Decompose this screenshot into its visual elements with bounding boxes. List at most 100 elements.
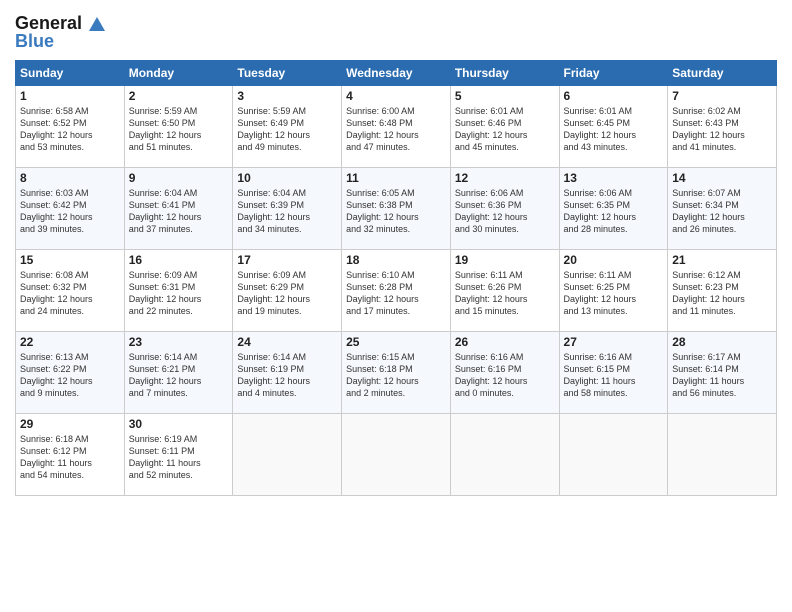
day-number: 2	[129, 89, 229, 103]
day-info: Sunrise: 6:19 AMSunset: 6:11 PMDaylight:…	[129, 433, 229, 482]
day-number: 19	[455, 253, 555, 267]
day-number: 1	[20, 89, 120, 103]
weekday-header-row: SundayMondayTuesdayWednesdayThursdayFrid…	[16, 60, 777, 85]
calendar-cell: 16 Sunrise: 6:09 AMSunset: 6:31 PMDaylig…	[124, 249, 233, 331]
calendar-cell: 12 Sunrise: 6:06 AMSunset: 6:36 PMDaylig…	[450, 167, 559, 249]
calendar-cell: 22 Sunrise: 6:13 AMSunset: 6:22 PMDaylig…	[16, 331, 125, 413]
calendar-cell	[668, 413, 777, 495]
calendar-cell: 8 Sunrise: 6:03 AMSunset: 6:42 PMDayligh…	[16, 167, 125, 249]
day-number: 30	[129, 417, 229, 431]
day-info: Sunrise: 5:59 AMSunset: 6:50 PMDaylight:…	[129, 105, 229, 154]
day-info: Sunrise: 6:11 AMSunset: 6:26 PMDaylight:…	[455, 269, 555, 318]
day-number: 29	[20, 417, 120, 431]
logo-line2: Blue	[15, 32, 105, 52]
calendar-cell: 23 Sunrise: 6:14 AMSunset: 6:21 PMDaylig…	[124, 331, 233, 413]
day-info: Sunrise: 6:07 AMSunset: 6:34 PMDaylight:…	[672, 187, 772, 236]
day-number: 23	[129, 335, 229, 349]
day-number: 6	[564, 89, 664, 103]
day-number: 15	[20, 253, 120, 267]
day-number: 3	[237, 89, 337, 103]
day-number: 4	[346, 89, 446, 103]
day-info: Sunrise: 6:14 AMSunset: 6:21 PMDaylight:…	[129, 351, 229, 400]
calendar-cell: 17 Sunrise: 6:09 AMSunset: 6:29 PMDaylig…	[233, 249, 342, 331]
day-number: 7	[672, 89, 772, 103]
calendar-cell: 24 Sunrise: 6:14 AMSunset: 6:19 PMDaylig…	[233, 331, 342, 413]
calendar-cell: 19 Sunrise: 6:11 AMSunset: 6:26 PMDaylig…	[450, 249, 559, 331]
calendar-cell: 26 Sunrise: 6:16 AMSunset: 6:16 PMDaylig…	[450, 331, 559, 413]
day-info: Sunrise: 6:04 AMSunset: 6:39 PMDaylight:…	[237, 187, 337, 236]
day-number: 27	[564, 335, 664, 349]
weekday-header-friday: Friday	[559, 60, 668, 85]
calendar-cell: 6 Sunrise: 6:01 AMSunset: 6:45 PMDayligh…	[559, 85, 668, 167]
calendar-cell	[559, 413, 668, 495]
calendar-week-1: 1 Sunrise: 6:58 AMSunset: 6:52 PMDayligh…	[16, 85, 777, 167]
day-info: Sunrise: 6:04 AMSunset: 6:41 PMDaylight:…	[129, 187, 229, 236]
calendar-week-2: 8 Sunrise: 6:03 AMSunset: 6:42 PMDayligh…	[16, 167, 777, 249]
calendar-cell: 13 Sunrise: 6:06 AMSunset: 6:35 PMDaylig…	[559, 167, 668, 249]
day-number: 22	[20, 335, 120, 349]
day-info: Sunrise: 6:15 AMSunset: 6:18 PMDaylight:…	[346, 351, 446, 400]
calendar-week-5: 29 Sunrise: 6:18 AMSunset: 6:12 PMDaylig…	[16, 413, 777, 495]
day-info: Sunrise: 6:08 AMSunset: 6:32 PMDaylight:…	[20, 269, 120, 318]
day-number: 8	[20, 171, 120, 185]
day-number: 12	[455, 171, 555, 185]
calendar-cell	[450, 413, 559, 495]
calendar-cell: 21 Sunrise: 6:12 AMSunset: 6:23 PMDaylig…	[668, 249, 777, 331]
calendar-cell: 9 Sunrise: 6:04 AMSunset: 6:41 PMDayligh…	[124, 167, 233, 249]
day-info: Sunrise: 5:59 AMSunset: 6:49 PMDaylight:…	[237, 105, 337, 154]
calendar-cell: 15 Sunrise: 6:08 AMSunset: 6:32 PMDaylig…	[16, 249, 125, 331]
calendar-cell	[233, 413, 342, 495]
calendar-cell: 27 Sunrise: 6:16 AMSunset: 6:15 PMDaylig…	[559, 331, 668, 413]
calendar-week-3: 15 Sunrise: 6:08 AMSunset: 6:32 PMDaylig…	[16, 249, 777, 331]
calendar-cell: 4 Sunrise: 6:00 AMSunset: 6:48 PMDayligh…	[342, 85, 451, 167]
day-info: Sunrise: 6:11 AMSunset: 6:25 PMDaylight:…	[564, 269, 664, 318]
day-number: 11	[346, 171, 446, 185]
day-info: Sunrise: 6:10 AMSunset: 6:28 PMDaylight:…	[346, 269, 446, 318]
calendar-cell: 18 Sunrise: 6:10 AMSunset: 6:28 PMDaylig…	[342, 249, 451, 331]
day-info: Sunrise: 6:01 AMSunset: 6:46 PMDaylight:…	[455, 105, 555, 154]
day-info: Sunrise: 6:14 AMSunset: 6:19 PMDaylight:…	[237, 351, 337, 400]
day-number: 17	[237, 253, 337, 267]
day-number: 16	[129, 253, 229, 267]
day-number: 24	[237, 335, 337, 349]
calendar-cell: 10 Sunrise: 6:04 AMSunset: 6:39 PMDaylig…	[233, 167, 342, 249]
day-number: 28	[672, 335, 772, 349]
logo: General Blue	[15, 14, 105, 52]
day-info: Sunrise: 6:06 AMSunset: 6:36 PMDaylight:…	[455, 187, 555, 236]
day-info: Sunrise: 6:58 AMSunset: 6:52 PMDaylight:…	[20, 105, 120, 154]
calendar-cell: 3 Sunrise: 5:59 AMSunset: 6:49 PMDayligh…	[233, 85, 342, 167]
weekday-header-tuesday: Tuesday	[233, 60, 342, 85]
day-info: Sunrise: 6:17 AMSunset: 6:14 PMDaylight:…	[672, 351, 772, 400]
weekday-header-saturday: Saturday	[668, 60, 777, 85]
calendar-week-4: 22 Sunrise: 6:13 AMSunset: 6:22 PMDaylig…	[16, 331, 777, 413]
weekday-header-sunday: Sunday	[16, 60, 125, 85]
calendar-cell: 28 Sunrise: 6:17 AMSunset: 6:14 PMDaylig…	[668, 331, 777, 413]
weekday-header-monday: Monday	[124, 60, 233, 85]
day-info: Sunrise: 6:16 AMSunset: 6:16 PMDaylight:…	[455, 351, 555, 400]
day-number: 21	[672, 253, 772, 267]
day-info: Sunrise: 6:12 AMSunset: 6:23 PMDaylight:…	[672, 269, 772, 318]
day-number: 5	[455, 89, 555, 103]
calendar-cell: 7 Sunrise: 6:02 AMSunset: 6:43 PMDayligh…	[668, 85, 777, 167]
weekday-header-wednesday: Wednesday	[342, 60, 451, 85]
calendar-cell: 14 Sunrise: 6:07 AMSunset: 6:34 PMDaylig…	[668, 167, 777, 249]
day-info: Sunrise: 6:18 AMSunset: 6:12 PMDaylight:…	[20, 433, 120, 482]
day-number: 14	[672, 171, 772, 185]
day-number: 10	[237, 171, 337, 185]
weekday-header-thursday: Thursday	[450, 60, 559, 85]
calendar-cell: 5 Sunrise: 6:01 AMSunset: 6:46 PMDayligh…	[450, 85, 559, 167]
day-info: Sunrise: 6:09 AMSunset: 6:31 PMDaylight:…	[129, 269, 229, 318]
day-number: 9	[129, 171, 229, 185]
day-info: Sunrise: 6:03 AMSunset: 6:42 PMDaylight:…	[20, 187, 120, 236]
day-info: Sunrise: 6:09 AMSunset: 6:29 PMDaylight:…	[237, 269, 337, 318]
calendar-cell: 29 Sunrise: 6:18 AMSunset: 6:12 PMDaylig…	[16, 413, 125, 495]
calendar-body: 1 Sunrise: 6:58 AMSunset: 6:52 PMDayligh…	[16, 85, 777, 495]
calendar-cell: 2 Sunrise: 5:59 AMSunset: 6:50 PMDayligh…	[124, 85, 233, 167]
day-number: 13	[564, 171, 664, 185]
day-info: Sunrise: 6:16 AMSunset: 6:15 PMDaylight:…	[564, 351, 664, 400]
day-info: Sunrise: 6:06 AMSunset: 6:35 PMDaylight:…	[564, 187, 664, 236]
calendar-table: SundayMondayTuesdayWednesdayThursdayFrid…	[15, 60, 777, 496]
day-info: Sunrise: 6:05 AMSunset: 6:38 PMDaylight:…	[346, 187, 446, 236]
calendar-cell	[342, 413, 451, 495]
logo-icon	[89, 17, 105, 31]
